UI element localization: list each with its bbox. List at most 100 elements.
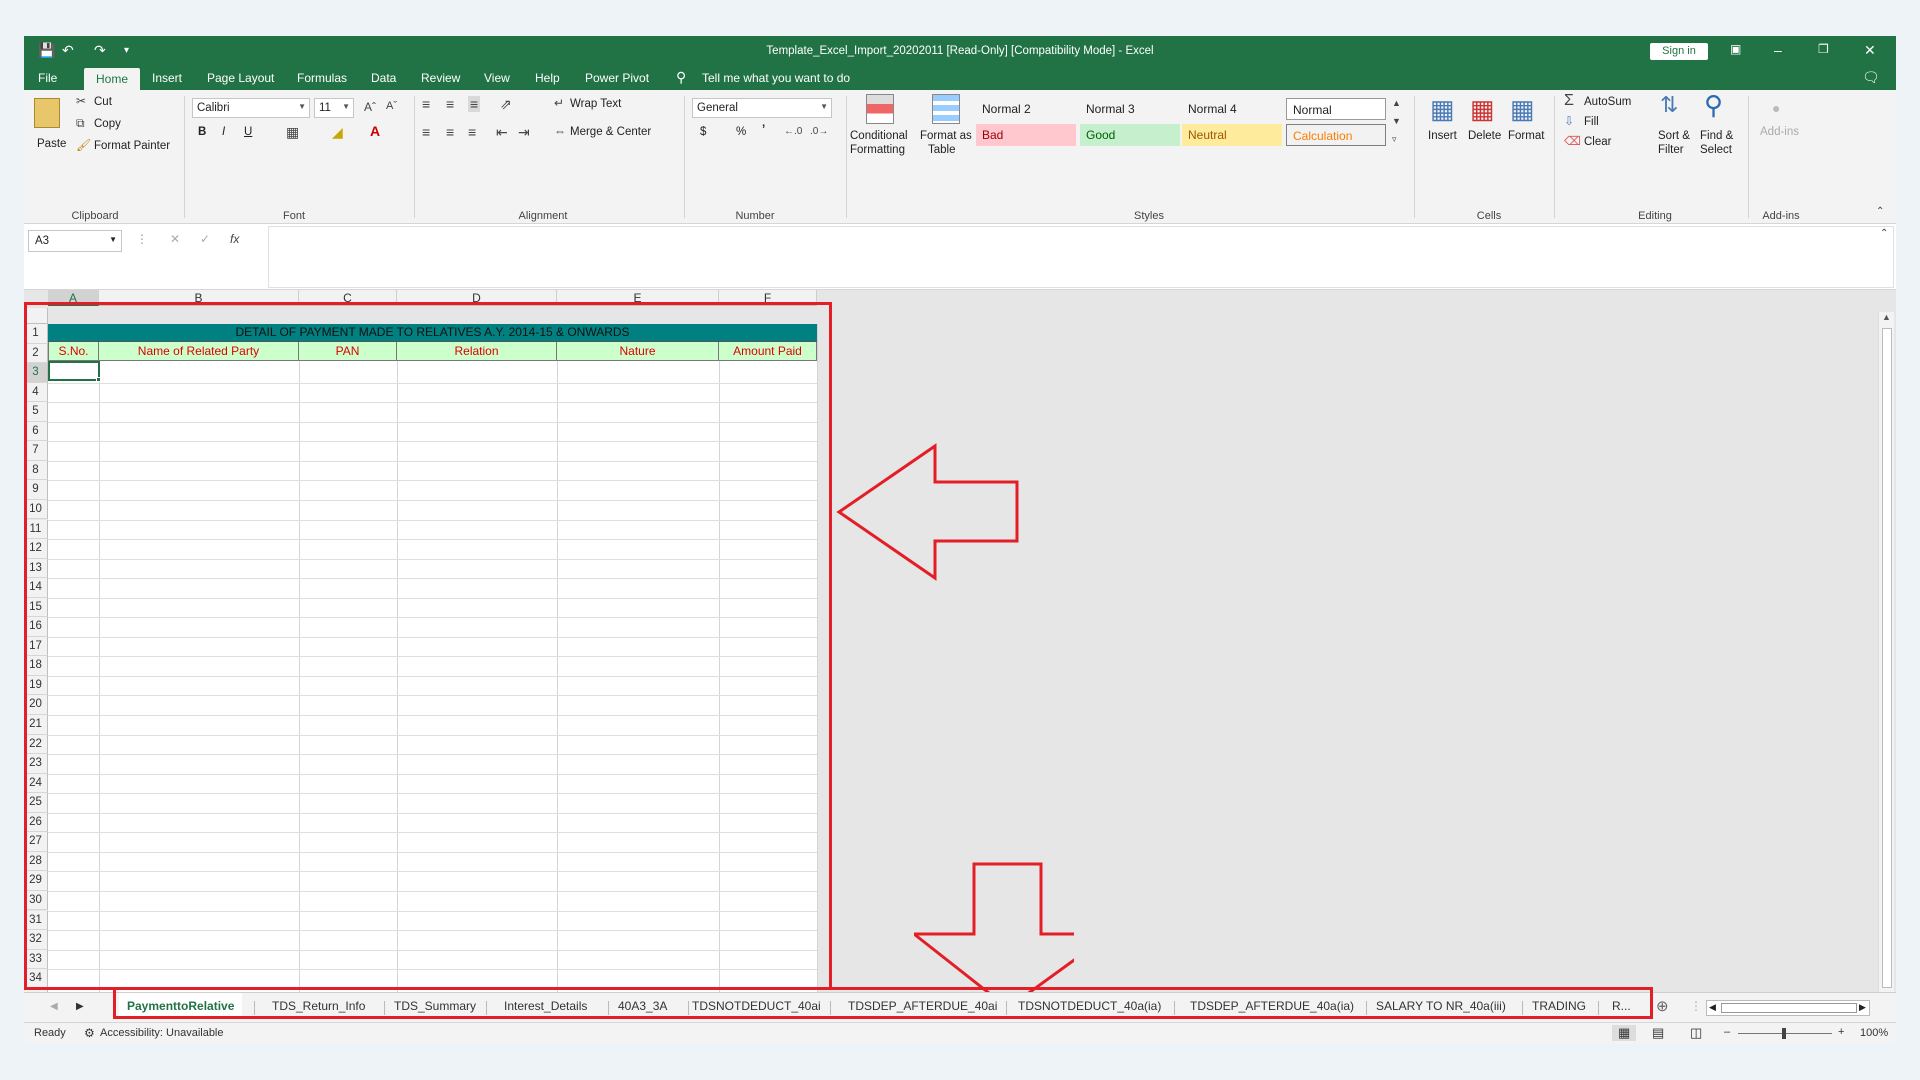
borders-icon[interactable]: ▦ [286,124,299,141]
font-color-icon[interactable]: A [370,123,380,139]
merge-center-button[interactable]: Merge & Center [570,126,651,138]
align-bottom-icon[interactable]: ≡ [468,96,481,112]
comments-icon[interactable]: 🗨 [1862,69,1880,86]
format-as-table-label-1[interactable]: Format as [920,130,972,142]
decrease-indent-icon[interactable]: ⇤ [496,124,508,141]
styles-more-icon[interactable]: ▿ [1392,134,1397,145]
decrease-decimal-icon[interactable]: .0→ [810,126,828,137]
wrap-text-button[interactable]: Wrap Text [570,98,621,110]
page-layout-view-icon[interactable]: ▤ [1652,1025,1664,1041]
conditional-formatting-label-1[interactable]: Conditional [850,130,908,142]
scroll-up-icon[interactable]: ▲ [1882,312,1891,322]
tab-formulas[interactable]: Formulas [297,71,347,85]
conditional-formatting-label-2[interactable]: Formatting [850,144,905,156]
style-good[interactable]: Good [1080,124,1180,146]
format-as-table-label-2[interactable]: Table [928,144,956,156]
copy-button[interactable]: Copy [94,118,121,130]
fill-button[interactable]: Fill [1584,116,1599,128]
close-icon[interactable]: ✕ [1864,42,1876,59]
name-box[interactable]: A3 ▼ [28,230,122,252]
vertical-scroll-thumb[interactable] [1882,328,1892,988]
restore-icon[interactable]: ❐ [1818,42,1829,56]
increase-decimal-icon[interactable]: ←.0 [784,126,802,137]
tell-me-search[interactable]: Tell me what you want to do [702,71,850,85]
sheet-scroll-right-icon[interactable]: ▶ [76,1001,84,1012]
tab-file[interactable]: File [38,71,57,85]
underline-button[interactable]: U [244,126,252,138]
horizontal-scrollbar[interactable]: ◀ ▶ [1706,1000,1870,1016]
cancel-entry-icon[interactable]: ✕ [170,232,180,246]
styles-scroll-down-icon[interactable]: ▼ [1392,116,1401,126]
hscroll-right-icon[interactable]: ▶ [1859,1002,1866,1013]
insert-function-icon[interactable]: fx [230,232,239,246]
bold-button[interactable]: B [198,126,206,138]
zoom-in-icon[interactable]: + [1838,1026,1844,1038]
paste-button[interactable]: Paste [37,138,66,150]
add-sheet-icon[interactable]: ⊕ [1656,997,1669,1015]
paste-icon[interactable] [34,98,60,128]
number-format-dropdown[interactable]: General ▼ [692,98,832,118]
tab-help[interactable]: Help [535,71,560,85]
tab-splitter-icon[interactable]: ⋮ [1690,999,1702,1013]
status-accessibility[interactable]: Accessibility: Unavailable [100,1027,224,1039]
zoom-out-icon[interactable]: – [1724,1026,1730,1038]
zoom-level[interactable]: 100% [1860,1027,1888,1039]
tab-page-layout[interactable]: Page Layout [207,71,274,85]
sheet-scroll-left-icon[interactable]: ◀ [50,1001,58,1012]
tab-data[interactable]: Data [371,71,396,85]
tab-insert[interactable]: Insert [152,71,182,85]
format-cells-button[interactable]: Format [1508,130,1544,142]
find-select-label-2[interactable]: Select [1700,144,1732,156]
sign-in-button[interactable]: Sign in [1650,43,1708,60]
font-name-dropdown[interactable]: Calibri ▼ [192,98,310,118]
horizontal-scroll-thumb[interactable] [1721,1003,1857,1013]
minimize-icon[interactable]: – [1774,42,1782,58]
zoom-slider-thumb[interactable] [1782,1028,1786,1039]
style-normal-2[interactable]: Normal 2 [976,98,1076,120]
page-break-view-icon[interactable]: ◫ [1690,1025,1702,1041]
expand-formula-bar-icon[interactable]: ⌃ [1880,228,1888,239]
italic-button[interactable]: I [222,126,225,138]
tab-home[interactable]: Home [84,68,141,90]
tab-view[interactable]: View [484,71,510,85]
align-middle-icon[interactable]: ≡ [446,96,454,112]
formula-input[interactable] [268,226,1894,288]
style-calculation[interactable]: Calculation [1286,124,1386,146]
sort-filter-label-2[interactable]: Filter [1658,144,1684,156]
ribbon-display-options-icon[interactable]: ▣ [1730,42,1741,56]
align-center-icon[interactable]: ≡ [446,124,454,140]
collapse-ribbon-icon[interactable]: ⌃ [1876,206,1884,217]
confirm-entry-icon[interactable]: ✓ [200,232,210,246]
autosum-button[interactable]: AutoSum [1584,96,1631,108]
currency-button[interactable]: $ [700,126,706,138]
styles-scroll-up-icon[interactable]: ▲ [1392,98,1401,108]
increase-font-icon[interactable]: Aˆ [364,100,376,114]
cut-button[interactable]: Cut [94,96,112,108]
clear-button[interactable]: Clear [1584,136,1611,148]
add-ins-button[interactable]: Add-ins [1760,126,1799,138]
find-select-label-1[interactable]: Find & [1700,130,1733,142]
comma-style-button[interactable]: ’ [762,124,765,136]
percent-button[interactable]: % [736,126,746,138]
font-size-dropdown[interactable]: 11 ▼ [314,98,354,118]
align-top-icon[interactable]: ≡ [422,96,430,112]
hscroll-left-icon[interactable]: ◀ [1709,1002,1716,1013]
style-normal[interactable]: Normal [1286,98,1386,120]
sort-filter-label-1[interactable]: Sort & [1658,130,1690,142]
insert-cells-button[interactable]: Insert [1428,130,1457,142]
style-normal-4[interactable]: Normal 4 [1182,98,1282,120]
vertical-scrollbar[interactable]: ▲ ▼ [1878,312,1894,1008]
style-bad[interactable]: Bad [976,124,1076,146]
format-painter-button[interactable]: Format Painter [94,140,170,152]
normal-view-icon[interactable]: ▦ [1612,1025,1637,1041]
style-neutral[interactable]: Neutral [1182,124,1282,146]
tab-review[interactable]: Review [421,71,460,85]
increase-indent-icon[interactable]: ⇥ [518,124,530,141]
align-right-icon[interactable]: ≡ [468,124,476,140]
delete-cells-button[interactable]: Delete [1468,130,1501,142]
orientation-icon[interactable]: ⇗ [500,96,512,113]
style-normal-3[interactable]: Normal 3 [1080,98,1180,120]
name-box-dropdown-icon[interactable]: ▼ [109,235,117,244]
align-left-icon[interactable]: ≡ [422,124,430,140]
decrease-font-icon[interactable]: Aˇ [386,100,397,112]
